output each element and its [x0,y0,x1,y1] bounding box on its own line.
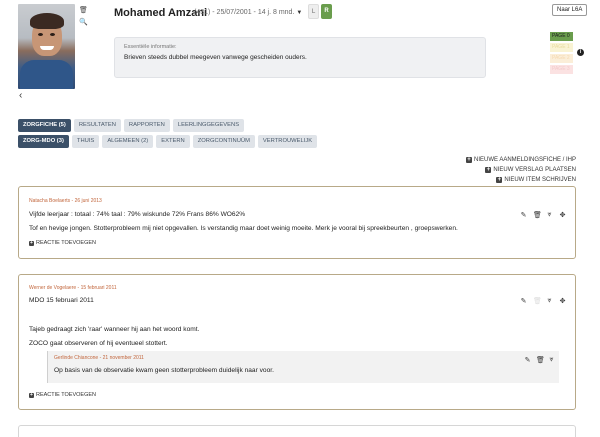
add-reaction-link[interactable]: + REACTIE TOEVOEGEN [29,240,96,246]
tab-zorg-mdo[interactable]: ZORG-MDO (3) [18,135,69,148]
plus-icon: + [485,167,492,173]
plus-icon: + [29,239,34,246]
tab-zorgcontinuum[interactable]: ZORGCONTINUÜM [192,135,255,148]
naar-class-button[interactable]: Naar L6A [552,4,588,16]
tab-resultaten[interactable]: RESULTATEN [73,119,121,132]
note-line: Vijfde leerjaar : totaal : 74% taal : 79… [29,211,246,218]
tab-thuis[interactable]: THUIS [71,135,100,148]
plus-icon: + [496,177,503,183]
badge-r[interactable]: R [321,4,332,19]
tab-zorgfiche[interactable]: ZORGFICHE (5) [18,119,71,132]
move-icon[interactable]: ✥ [559,211,566,219]
essential-info-box: Essentiële informatie: Brieven steeds du… [114,37,486,78]
tab-row-main: ZORGFICHE (5) RESULTATEN RAPPORTEN LEERL… [18,119,245,132]
trash-icon[interactable]: 🗑 [533,211,542,219]
reply-label: REACTIE TOEVOEGEN [36,392,97,398]
tab-algemeen[interactable]: ALGEMEEN (2) [102,135,154,148]
reaction-author: Gerlinde Chiancone - 21 november 2011 [54,355,144,361]
student-meta[interactable]: (431) - 25/07/2001 - 14 j. 8 mnd. ▼ [194,9,302,16]
new-aanmeldingsfiche-link[interactable]: + NIEUWE AANMELDINGSFICHE / IHP [465,156,576,164]
tab-row-sub: ZORG-MDO (3) THUIS ALGEMEEN (2) EXTERN Z… [18,135,318,148]
edit-icon[interactable]: ✎ [524,356,531,364]
tab-leerlinggegevens[interactable]: LEERLINGGEGEVENS [172,119,245,132]
add-reaction-link[interactable]: + REACTIE TOEVOEGEN [29,392,96,398]
new-verslag-link[interactable]: + NIEUW VERSLAG PLAATSEN [485,166,576,174]
note-card: Natacha Boelaerts - 26 juni 2013 ✎ 🗑 ⩔ ✥… [18,186,576,259]
info-icon[interactable]: i [577,49,584,56]
trash-icon: 🗑 [533,298,542,305]
info-label: Essentiële informatie: [124,44,177,50]
tab-vertrouwelijk[interactable]: VERTROUWELIJK [257,135,318,148]
page-label-0[interactable]: PAGE 0 [550,32,573,41]
edit-icon[interactable]: ✎ [520,211,527,219]
new-item-link[interactable]: + NIEUW ITEM SCHRIJVEN [496,176,576,184]
page-labels: PAGE 0 PAGE 1 PAGE 2 PAGE 3 [550,32,573,74]
plus-icon: + [29,391,34,398]
tab-rapporten[interactable]: RAPPORTEN [123,119,170,132]
edit-icon[interactable]: ✎ [520,297,527,305]
page-label-1[interactable]: PAGE 1 [550,43,573,52]
student-photo [18,4,75,89]
share-icon[interactable]: ⩔ [546,211,553,219]
action-label: NIEUWE AANMELDINGSFICHE / IHP [473,157,576,163]
trash-icon[interactable]: 🗑 [536,356,545,364]
action-label: NIEUW VERSLAG PLAATSEN [493,167,576,173]
note-line: Tajeb gedraagt zich 'raar' wanneer hij a… [29,326,200,333]
move-icon[interactable]: ✥ [559,297,566,305]
note-card [18,425,576,437]
tab-extern[interactable]: EXTERN [156,135,190,148]
note-author: Werner de Vogelaere - 15 februari 2011 [29,285,117,291]
note-line: Tof en hevige jongen. Stotterprobleem mi… [29,225,458,232]
reply-label: REACTIE TOEVOEGEN [36,240,97,246]
page-label-3[interactable]: PAGE 3 [550,65,573,74]
info-text: Brieven steeds dubbel meegeven vanwege g… [124,54,307,61]
note-line: MDO 15 februari 2011 [29,297,94,304]
note-line: ZOCO gaat observeren of hij eventueel st… [29,340,168,347]
share-icon[interactable]: ⩔ [546,297,553,305]
page-label-2[interactable]: PAGE 2 [550,54,573,63]
reaction-card: Gerlinde Chiancone - 21 november 2011 ✎ … [47,351,559,383]
trash-icon[interactable]: 🗑 [79,7,88,14]
zoom-icon[interactable]: 🔍 [79,19,88,26]
chevron-down-icon[interactable]: ▼ [296,10,302,16]
chevron-left-icon[interactable]: ‹ [19,90,22,101]
badge-l[interactable]: L [308,4,319,19]
note-author: Natacha Boelaerts - 26 juni 2013 [29,198,102,204]
reaction-text: Op basis van de observatie kwam geen sto… [54,367,274,374]
action-label: NIEUW ITEM SCHRIJVEN [504,177,576,183]
note-card: Werner de Vogelaere - 15 februari 2011 ✎… [18,274,576,410]
student-meta-text: (431) - 25/07/2001 - 14 j. 8 mnd. [194,9,295,16]
action-links: + NIEUWE AANMELDINGSFICHE / IHP + NIEUW … [465,156,576,184]
plus-icon: + [465,157,472,163]
share-icon[interactable]: ⩔ [548,356,555,364]
